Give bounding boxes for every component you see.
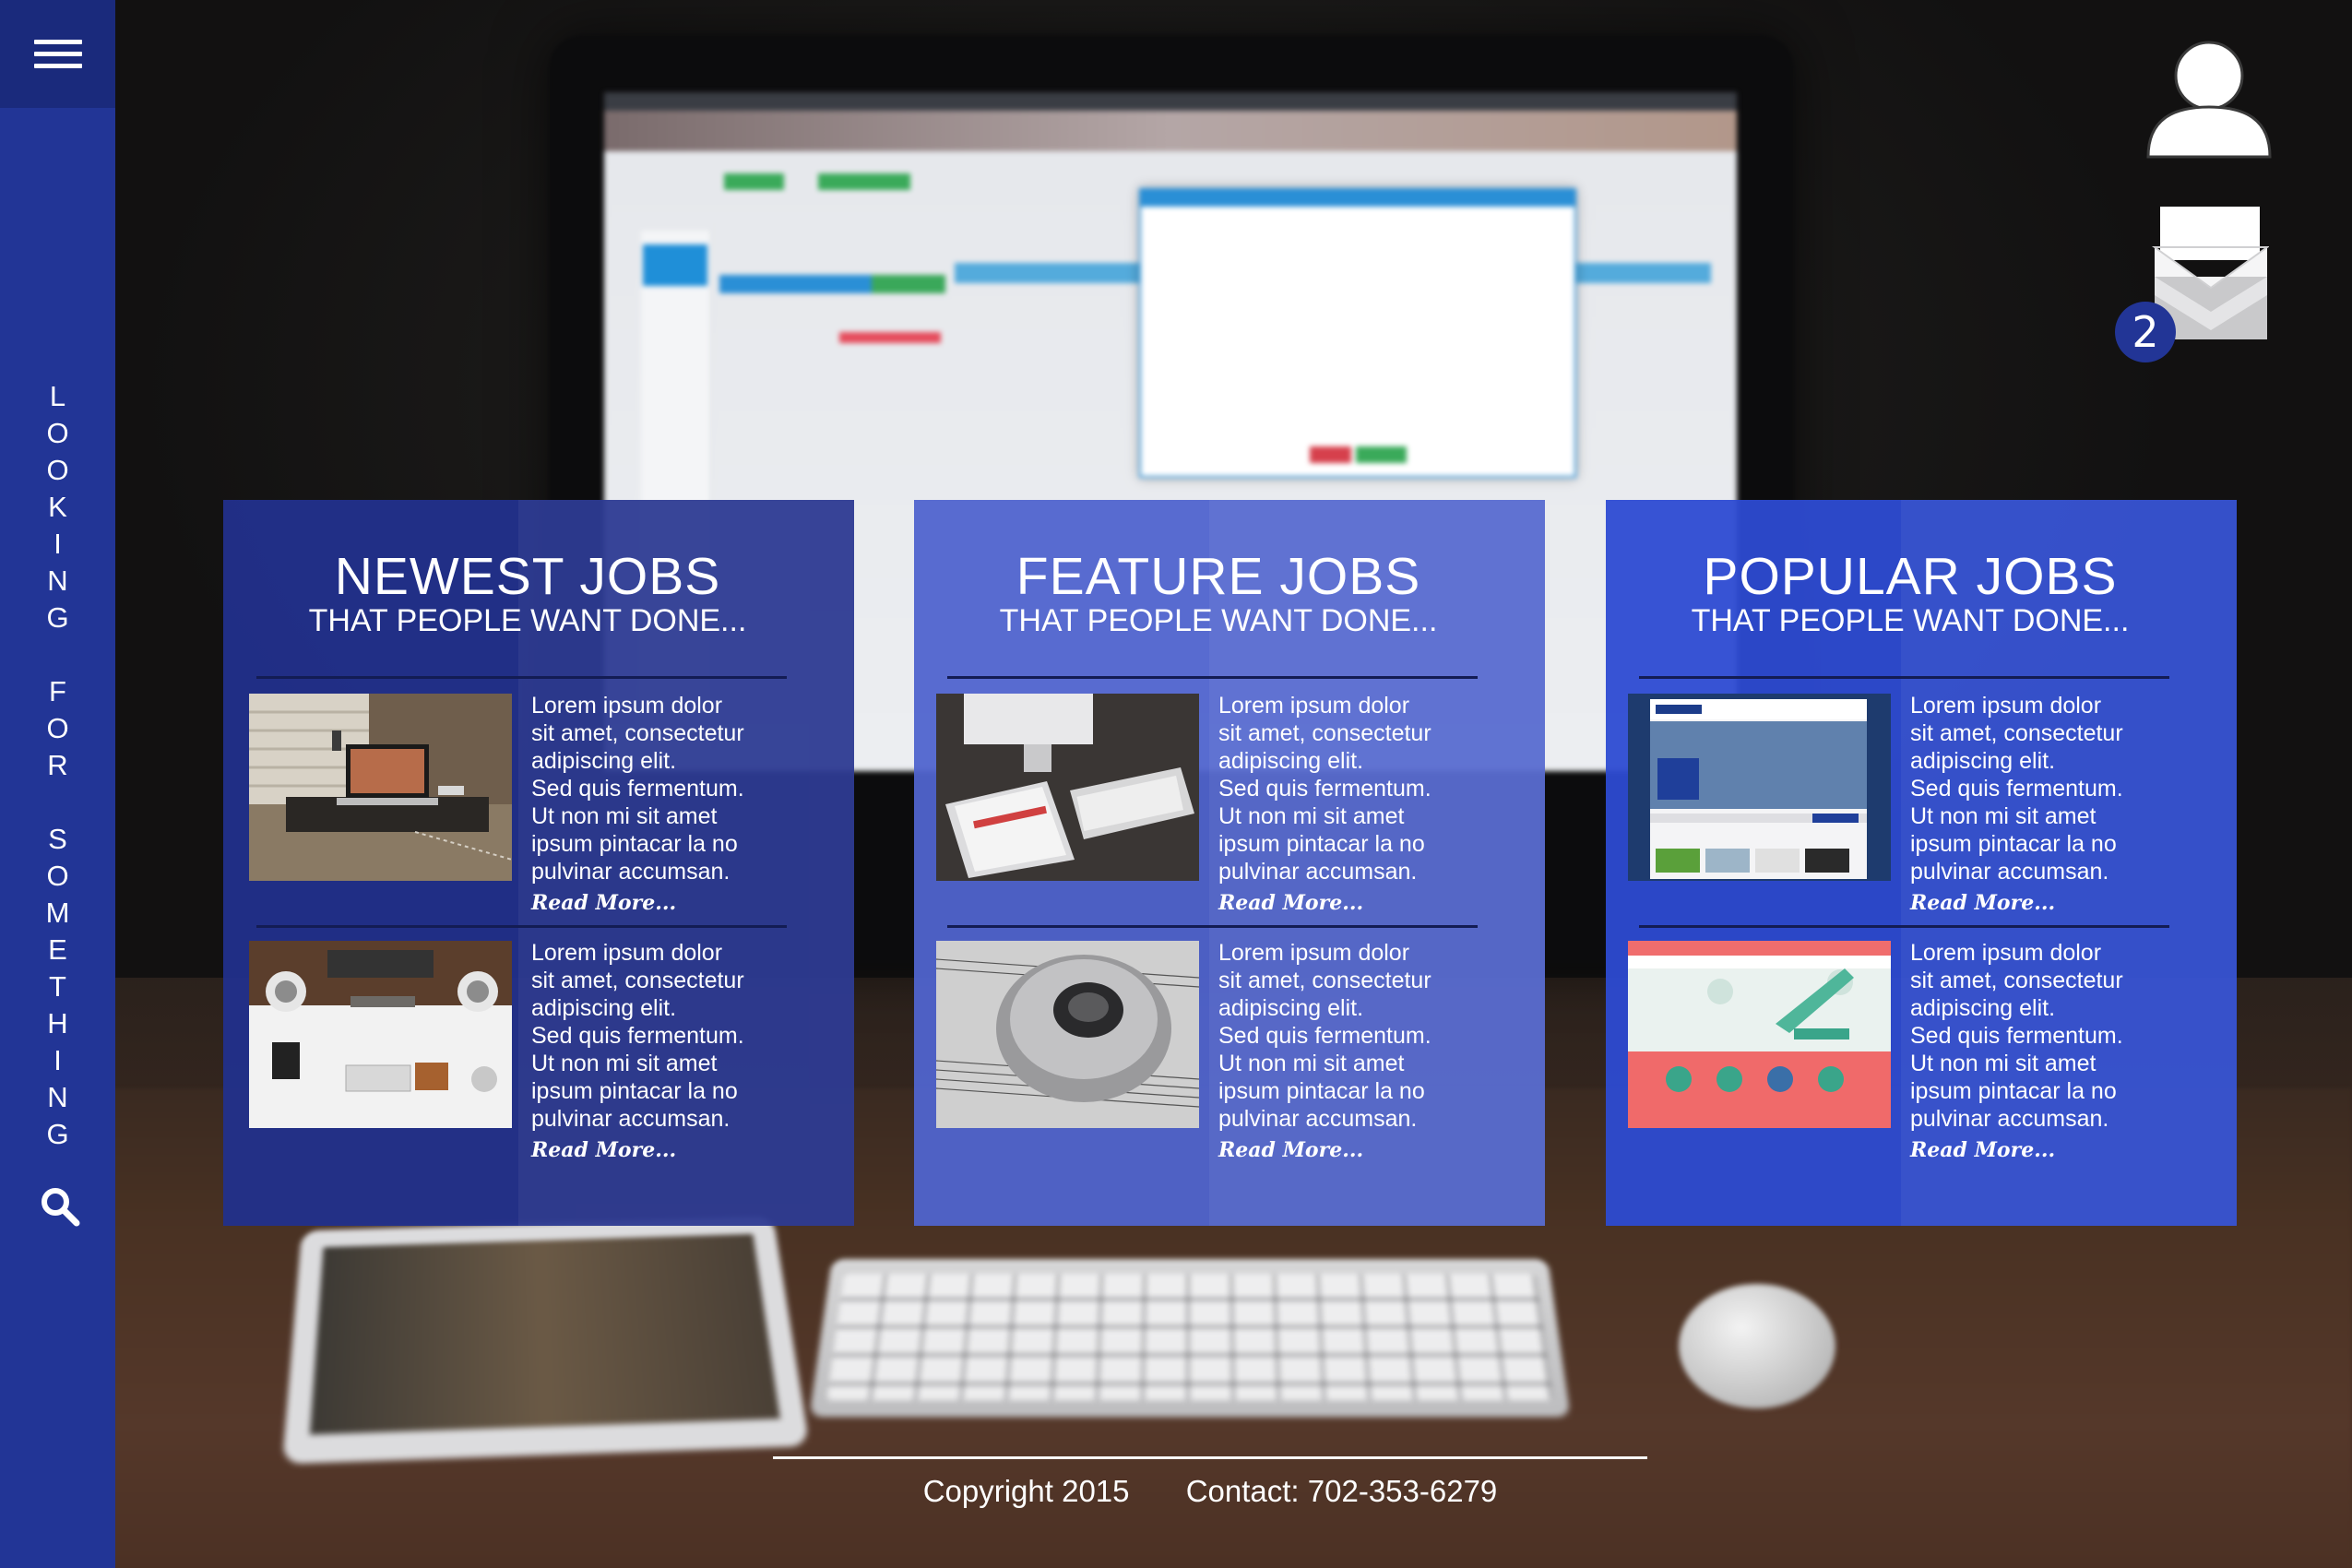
tagline-letter: N <box>47 564 68 597</box>
tagline-letter: O <box>46 454 69 486</box>
job-description: Lorem ipsum dolor sit amet, consectetur … <box>531 940 744 1132</box>
sidebar-tagline: LOOKING FOR SOMETHING <box>0 378 115 1153</box>
job-listing: Lorem ipsum dolor sit amet, consectetur … <box>936 940 1508 1164</box>
panel-title: NEWEST JOBS <box>334 547 721 606</box>
tagline-letter: G <box>46 601 69 634</box>
read-more-link[interactable]: Read More... <box>1910 889 2187 917</box>
divider <box>256 925 787 928</box>
tagline-letter: H <box>47 1007 68 1039</box>
tagline-letter: G <box>46 1118 69 1150</box>
tagline-letter: O <box>46 860 69 892</box>
search-icon <box>42 1188 80 1227</box>
tagline-letter: I <box>53 528 62 560</box>
contact-text: Contact: 702-353-6279 <box>1185 1474 1498 1508</box>
tagline-letter: E <box>48 933 67 966</box>
read-more-link[interactable]: Read More... <box>1910 1136 2187 1164</box>
job-listing: Lorem ipsum dolor sit amet, consectetur … <box>936 693 1508 917</box>
panel-title: FEATURE JOBS <box>1016 547 1421 606</box>
tagline-letter: L <box>49 380 66 412</box>
footer-divider <box>773 1456 1647 1459</box>
footer: Copyright 2015 Contact: 702-353-6279 <box>773 1474 1647 1509</box>
job-listing: Lorem ipsum dolor sit amet, consectetur … <box>249 693 821 917</box>
tagline-letter: M <box>45 897 70 929</box>
popular-jobs-panel: POPULAR JOBS THAT PEOPLE WANT DONE... Lo <box>1606 500 2237 1226</box>
tagline-letter: K <box>48 491 67 523</box>
divider <box>947 925 1478 928</box>
user-icon <box>2146 41 2272 159</box>
tablet-keyboard-photo[interactable] <box>936 694 1199 881</box>
panel-subtitle: THAT PEOPLE WANT DONE... <box>308 603 747 638</box>
job-description: Lorem ipsum dolor sit amet, consectetur … <box>1218 693 1431 885</box>
read-more-link[interactable]: Read More... <box>1218 889 1495 917</box>
menu-button[interactable] <box>0 0 115 108</box>
sidebar: LOOKING FOR SOMETHING <box>0 0 115 1568</box>
divider <box>947 676 1478 679</box>
laptop-on-desk-photo[interactable] <box>249 694 512 881</box>
read-more-link[interactable]: Read More... <box>531 1136 808 1164</box>
search-button[interactable] <box>40 1186 80 1227</box>
intersac-website-screenshot[interactable] <box>1628 694 1891 881</box>
user-profile-button[interactable] <box>2144 37 2274 161</box>
printing-website-screenshot[interactable] <box>1628 941 1891 1128</box>
tagline-letter: R <box>47 749 68 781</box>
mouse-sheet-music-photo[interactable] <box>936 941 1199 1128</box>
tagline-letter: O <box>46 417 69 449</box>
newest-jobs-panel: NEWEST JOBS THAT PEOPLE WANT DONE... Lor… <box>223 500 854 1226</box>
read-more-link[interactable]: Read More... <box>531 889 808 917</box>
tagline-letter: F <box>49 675 66 707</box>
divider <box>256 676 787 679</box>
job-description: Lorem ipsum dolor sit amet, consectetur … <box>1910 693 2123 885</box>
divider <box>1639 925 2169 928</box>
workspace-topdown-photo[interactable] <box>249 941 512 1128</box>
tagline-letter: N <box>47 1081 68 1113</box>
job-description: Lorem ipsum dolor sit amet, consectetur … <box>531 693 744 885</box>
feature-jobs-panel: FEATURE JOBS THAT PEOPLE WANT DONE... Lo… <box>914 500 1545 1226</box>
tagline-letter: I <box>53 1044 62 1076</box>
divider <box>1639 676 2169 679</box>
job-listing: Lorem ipsum dolor sit amet, consectetur … <box>1628 940 2200 1164</box>
job-description: Lorem ipsum dolor sit amet, consectetur … <box>1218 940 1431 1132</box>
copyright-text: Copyright 2015 <box>922 1474 1130 1508</box>
panel-subtitle: THAT PEOPLE WANT DONE... <box>999 603 1438 638</box>
message-count-badge: 2 <box>2115 302 2176 362</box>
panel-title: POPULAR JOBS <box>1703 547 2118 606</box>
tagline-letter: O <box>46 712 69 744</box>
hamburger-menu-icon <box>33 32 82 76</box>
tagline-letter: T <box>49 970 66 1003</box>
tagline-letter: S <box>48 823 67 855</box>
job-listing: Lorem ipsum dolor sit amet, consectetur … <box>1628 693 2200 917</box>
panel-subtitle: THAT PEOPLE WANT DONE... <box>1691 603 2130 638</box>
job-listing: Lorem ipsum dolor sit amet, consectetur … <box>249 940 821 1164</box>
job-description: Lorem ipsum dolor sit amet, consectetur … <box>1910 940 2123 1132</box>
read-more-link[interactable]: Read More... <box>1218 1136 1495 1164</box>
